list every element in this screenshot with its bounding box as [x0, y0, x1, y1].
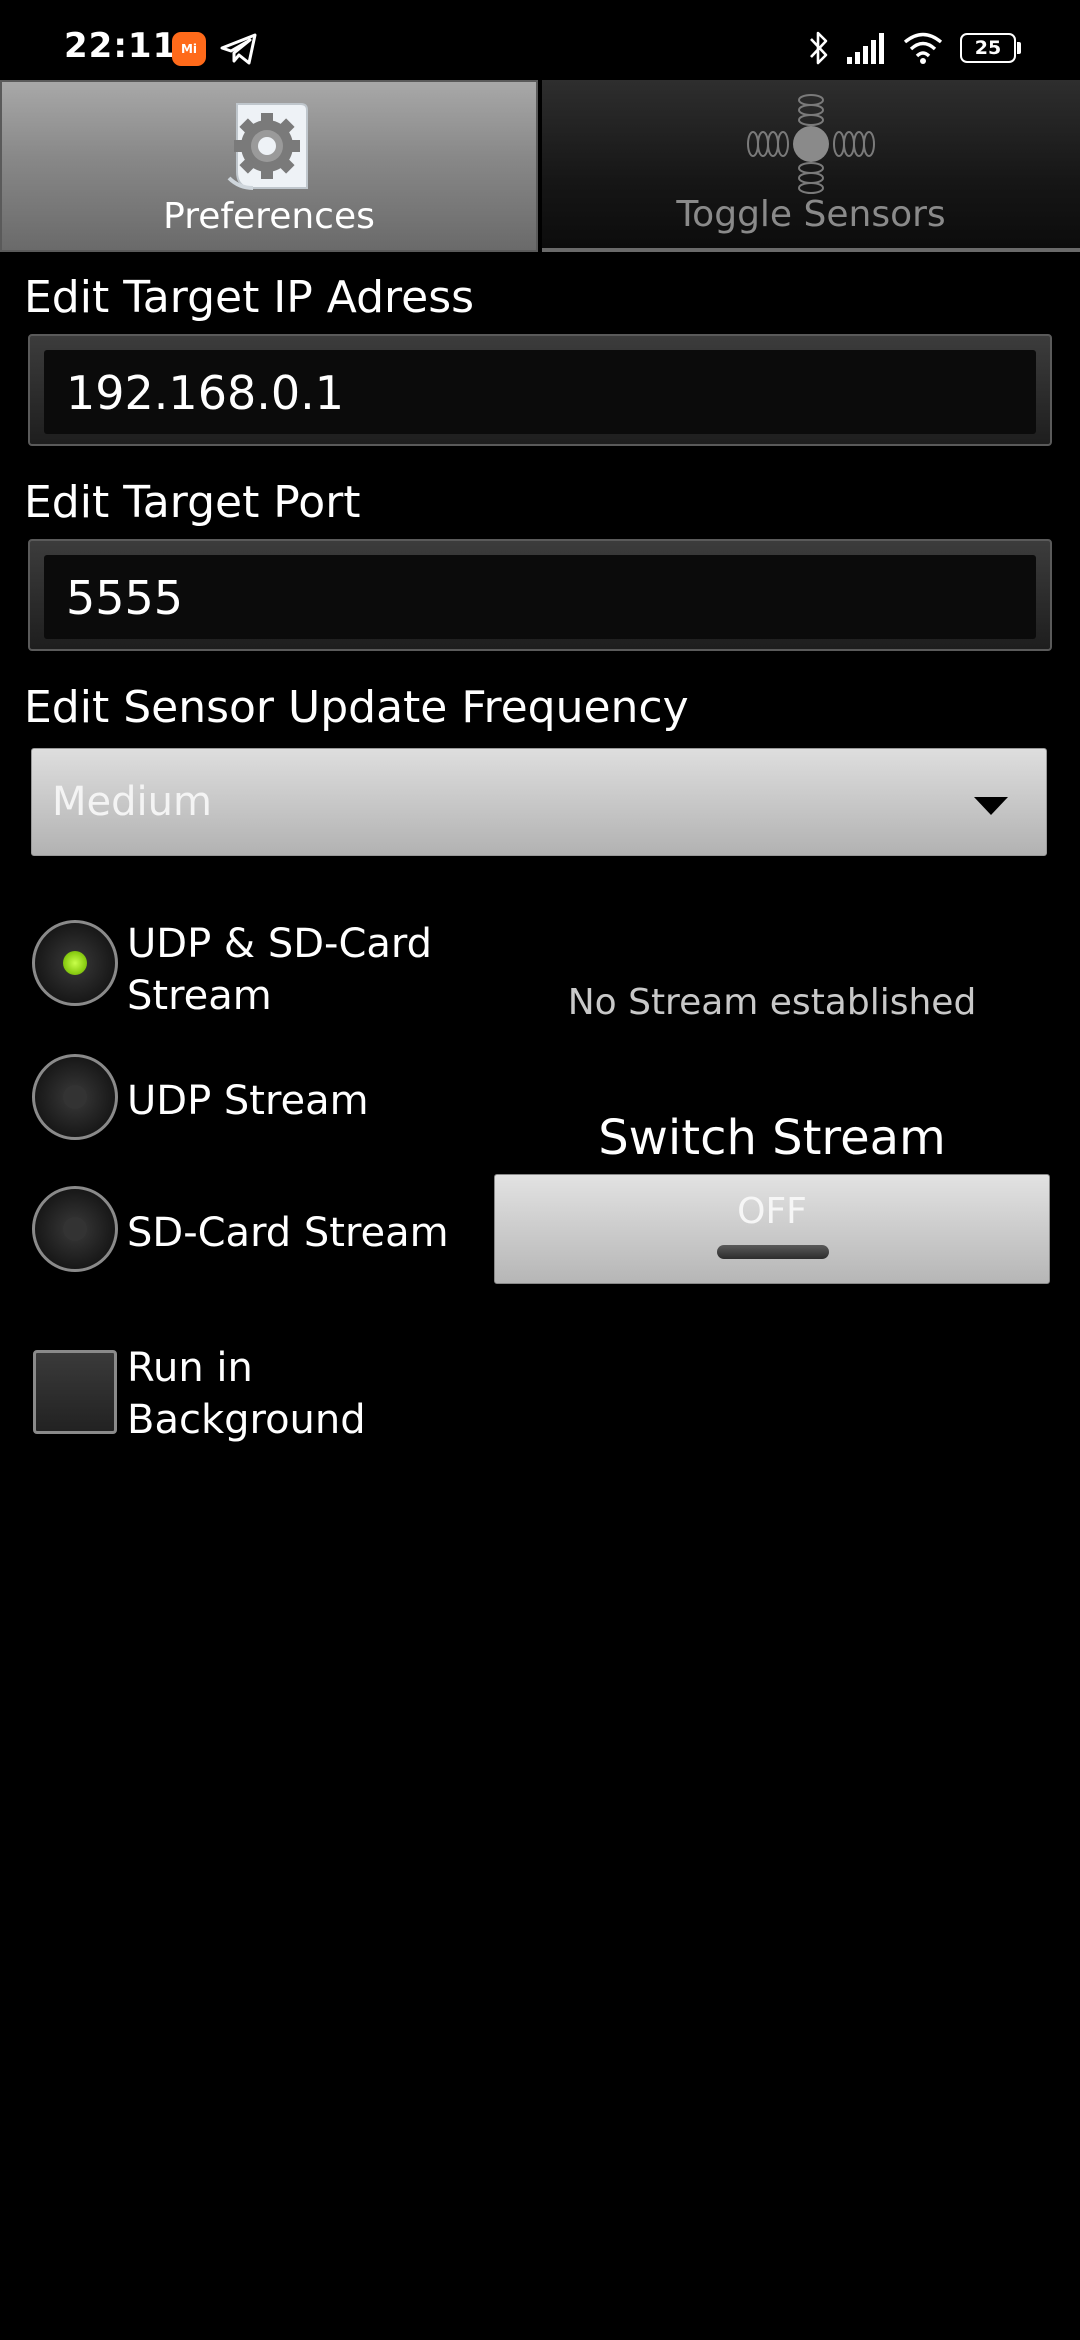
port-field[interactable]: 5555 — [28, 539, 1052, 651]
tab-preferences[interactable]: Preferences — [0, 80, 538, 252]
frequency-label: Edit Sensor Update Frequency — [24, 682, 689, 733]
switch-state: OFF — [737, 1191, 807, 1232]
radio-udp[interactable] — [32, 1054, 118, 1140]
port-value: 5555 — [66, 571, 184, 625]
dropdown-arrow-icon — [974, 797, 1008, 815]
ip-value: 192.168.0.1 — [66, 366, 344, 420]
ip-label: Edit Target IP Adress — [24, 272, 475, 323]
gear-paper-icon — [227, 103, 308, 190]
radio-udp-label[interactable]: UDP Stream — [127, 1075, 369, 1127]
battery-icon: 25 — [960, 33, 1022, 63]
toggle-indicator — [717, 1245, 829, 1259]
radio-udp-sd-card[interactable] — [32, 920, 118, 1006]
status-icons: 25 — [808, 28, 1022, 68]
port-label: Edit Target Port — [24, 477, 361, 528]
status-time: 22:11 — [64, 26, 178, 66]
run-in-background-label[interactable]: Run in Background — [127, 1342, 366, 1446]
mi-app-icon: Mi — [172, 32, 206, 66]
telegram-icon — [220, 33, 257, 65]
frequency-dropdown[interactable]: Medium — [31, 748, 1047, 856]
ip-field[interactable]: 192.168.0.1 — [28, 334, 1052, 446]
radio-udp-sd-card-label[interactable]: UDP & SD-Card Stream — [127, 918, 432, 1022]
switch-stream-title: Switch Stream — [598, 1110, 946, 1166]
tab-toggle-sensors[interactable]: Toggle Sensors — [542, 80, 1080, 252]
tab-bar: Preferences Toggle Sensors — [0, 80, 1080, 252]
radio-sd-card-label[interactable]: SD-Card Stream — [127, 1207, 449, 1259]
run-in-background-checkbox[interactable] — [33, 1350, 117, 1434]
tab-preferences-label: Preferences — [163, 196, 375, 237]
signal-icon — [847, 33, 884, 64]
switch-stream-toggle[interactable]: OFF — [494, 1174, 1050, 1284]
battery-level: 25 — [960, 33, 1016, 63]
bluetooth-icon — [810, 31, 828, 65]
sensor-axes-icon — [747, 94, 875, 194]
tab-toggle-sensors-label: Toggle Sensors — [676, 194, 946, 235]
radio-sd-card[interactable] — [32, 1186, 118, 1272]
frequency-value: Medium — [52, 779, 212, 825]
stream-status: No Stream established — [567, 982, 977, 1023]
status-bar: 22:11 Mi 25 — [0, 0, 1080, 80]
wifi-icon — [903, 32, 943, 64]
